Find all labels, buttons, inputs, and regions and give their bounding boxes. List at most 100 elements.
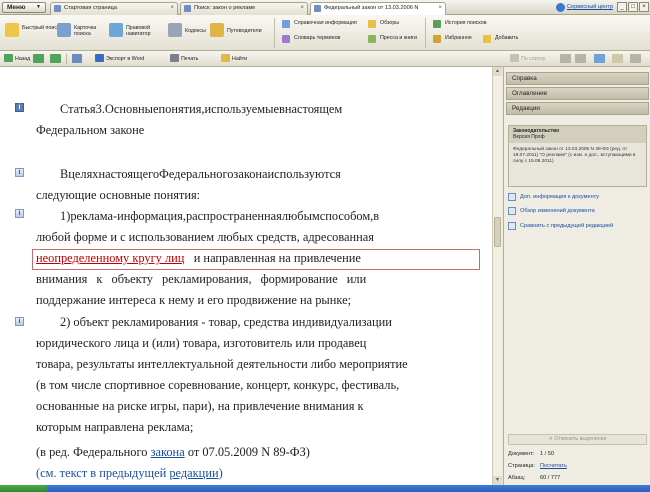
card-search-button[interactable]: Карточка поиска	[57, 23, 105, 43]
favorites-button[interactable]: Избранное	[433, 34, 472, 43]
export-word-button[interactable]: Экспорт в Word	[95, 54, 144, 64]
edition-law-link[interactable]: закона	[151, 445, 185, 459]
book-icon	[168, 23, 182, 37]
info-icon	[282, 20, 290, 28]
panel-tab-editions[interactable]: Редакции	[506, 102, 649, 115]
service-center-link[interactable]: Сервисный центр	[567, 4, 613, 10]
card-icon	[57, 23, 71, 37]
legal-navigator-label: Правовой навигатор	[126, 25, 151, 37]
scroll-thumb[interactable]	[494, 217, 501, 247]
scroll-up-icon[interactable]: ▲	[493, 67, 502, 76]
zoom-icon[interactable]	[594, 54, 605, 63]
term-dictionary-button[interactable]: Словарь терминов	[282, 34, 340, 43]
quick-search-label: Быстрый поиск	[22, 25, 60, 31]
document-scrollbar[interactable]: ▲ ▼	[492, 67, 502, 485]
document-toolbar: Назад Экспорт в Word Печать Найти По спи…	[0, 51, 650, 67]
close-icon[interactable]: ×	[300, 3, 304, 14]
item1-paragraph: 1)реклама-информация,распространеннаялюб…	[36, 206, 476, 311]
tab-label: Федеральный закон от 13.03.2006 N	[324, 5, 419, 11]
folder-star-icon	[433, 35, 441, 43]
list-icon	[510, 54, 519, 62]
reference-info-label: Справочная информация	[294, 20, 357, 26]
unmark-label: Отменить выделение	[554, 436, 607, 442]
star-icon	[368, 20, 376, 28]
info-icon[interactable]: i	[15, 168, 24, 177]
chevron-down-icon: ▼	[36, 4, 41, 10]
by-list-button[interactable]: По списку	[510, 54, 545, 64]
cut-off-line	[36, 67, 476, 76]
close-icon[interactable]: ×	[170, 3, 174, 14]
compare-edition-link[interactable]: Сравнить с предыдущей редакцией	[508, 222, 613, 230]
print-label: Печать	[181, 56, 199, 62]
document-info-box: Законодательство Версия Проф Федеральный…	[508, 125, 647, 187]
compare-edition-label: Сравнить с предыдущей редакцией	[520, 223, 614, 229]
codes-button[interactable]: Кодексы	[168, 23, 208, 43]
document-icon	[314, 5, 321, 12]
item2-line: 2) объект рекламирования - товар, средст…	[60, 315, 392, 329]
maximize-button[interactable]: □	[628, 2, 638, 12]
add-favorite-button[interactable]: Добавить	[483, 34, 518, 43]
home-icon	[54, 5, 61, 12]
legal-navigator-button[interactable]: Правовой навигатор	[109, 23, 165, 43]
unmark-selection-button[interactable]: ✕ Отменить выделение	[508, 434, 647, 445]
previous-edition-link[interactable]: редакции	[169, 466, 218, 480]
close-icon[interactable]: ×	[438, 3, 442, 14]
info-icon[interactable]: i	[15, 103, 24, 112]
info-box-header: Законодательство Версия Проф	[509, 126, 646, 143]
magnifier-icon	[5, 23, 19, 37]
press-books-label: Пресса и книги	[380, 35, 417, 41]
search-history-button[interactable]: История поисков	[433, 19, 487, 28]
panel-tab-reference[interactable]: Справка	[506, 72, 649, 85]
term-dictionary-label: Словарь терминов	[294, 35, 341, 41]
right-panel: Справка Оглавление Редакции Законодатель…	[503, 67, 650, 485]
panel-toggle-icon[interactable]	[630, 54, 641, 63]
save-icon[interactable]	[72, 54, 82, 63]
document-pane[interactable]: i Статья3.Основныепонятия,используемыевн…	[0, 67, 492, 485]
info-icon[interactable]: i	[15, 209, 24, 218]
search-icon	[184, 5, 191, 12]
export-word-label: Экспорт в Word	[106, 56, 145, 62]
document-counter-label: Документ:	[508, 451, 535, 457]
menu-button[interactable]: Меню ▼	[2, 2, 46, 13]
edition-prefix: (в ред. Федерального	[36, 445, 148, 459]
see-previous-line: (см. текст в предыдущей редакции)	[36, 463, 476, 484]
back-button[interactable]: Назад	[4, 54, 30, 64]
settings-icon[interactable]	[612, 54, 623, 63]
guide-icon	[210, 23, 224, 37]
books-icon	[368, 35, 376, 43]
arrow-up-icon[interactable]	[560, 54, 571, 63]
find-button[interactable]: Найти	[221, 54, 247, 64]
highlighted-term[interactable]: неопределенному кругу лиц	[36, 251, 184, 265]
print-button[interactable]: Печать	[170, 54, 198, 64]
scroll-down-icon[interactable]: ▼	[493, 476, 502, 485]
minimize-button[interactable]: _	[617, 2, 627, 12]
changes-review-link[interactable]: Обзор изменений документа	[508, 207, 595, 215]
count-pages-link[interactable]: Посчитать	[540, 462, 567, 470]
paragraph-counter-value: 60 / 777	[540, 475, 561, 481]
start-button[interactable]	[0, 485, 48, 492]
reference-info-button[interactable]: Справочная информация	[282, 19, 357, 28]
article-title-line: Федеральном законе	[36, 123, 145, 137]
press-books-button[interactable]: Пресса и книги	[368, 34, 417, 43]
reviews-button[interactable]: Обзоры	[368, 19, 399, 28]
document-counter-value: 1 / 50	[540, 451, 554, 457]
favorites-label: Избранное	[445, 35, 472, 41]
see-suffix: )	[218, 466, 223, 480]
item2-line: основанные на риске игры, пари), на прив…	[36, 399, 364, 413]
item2-line: которым направлена реклама;	[36, 420, 194, 434]
guides-label: Путеводители	[227, 28, 262, 34]
arrow-down-icon[interactable]	[575, 54, 586, 63]
tab-search[interactable]: Поиск: закон о рекламе ×	[180, 2, 308, 15]
quick-search-button[interactable]: Быстрый поиск	[5, 23, 59, 43]
extra-info-link[interactable]: Доп. информация к документу	[508, 193, 599, 201]
back-dropdown-icon[interactable]	[33, 54, 44, 63]
item1-line: любой форме и с использованием любых сре…	[36, 230, 375, 244]
search-history-label: История поисков	[445, 20, 487, 26]
tab-document[interactable]: Федеральный закон от 13.03.2006 N ×	[310, 2, 446, 15]
arrow-right-icon[interactable]	[50, 54, 61, 63]
tab-start-page[interactable]: Стартовая страница ×	[50, 2, 178, 15]
close-window-button[interactable]: ×	[639, 2, 649, 12]
info-icon[interactable]: i	[15, 317, 24, 326]
panel-tab-contents[interactable]: Оглавление	[506, 87, 649, 100]
guides-button[interactable]: Путеводители	[210, 23, 270, 43]
